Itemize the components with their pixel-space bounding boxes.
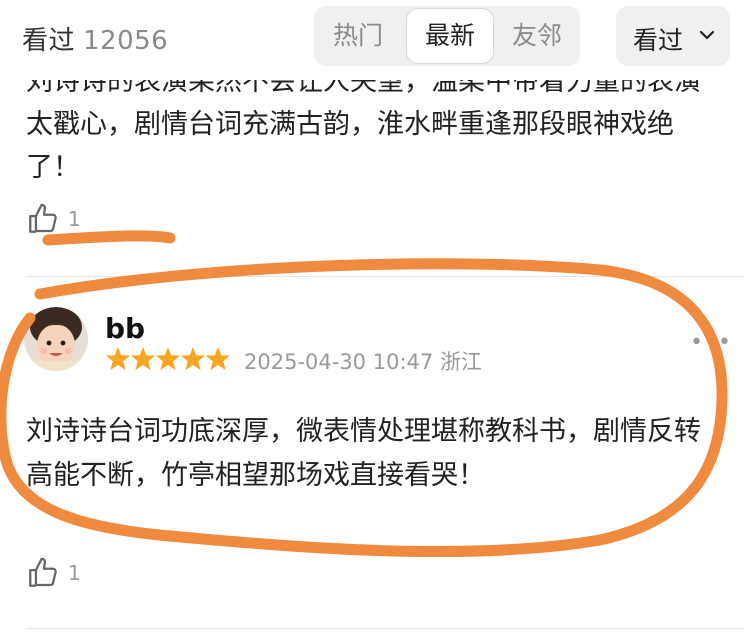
thumbs-up-icon (29, 557, 57, 587)
tab-latest[interactable]: 最新 (406, 8, 494, 64)
avatar-image (24, 307, 88, 371)
top-bar: 看过 12056 热门 最新 友邻 看过 (0, 0, 744, 80)
thumbs-up-icon (29, 203, 57, 233)
tab-friends[interactable]: 友邻 (494, 6, 580, 66)
review-like-button[interactable]: 1 (26, 556, 81, 590)
previous-like-button[interactable]: 1 (26, 202, 81, 236)
star-icon (131, 347, 155, 370)
tab-hot[interactable]: 热门 (314, 6, 402, 66)
review-username[interactable]: bb (105, 312, 145, 345)
avatar[interactable] (24, 307, 88, 371)
filter-dropdown[interactable]: 看过 (616, 6, 730, 66)
rating-stars (106, 347, 230, 370)
review-location: 浙江 (439, 350, 482, 374)
comment-divider (26, 628, 744, 629)
review-date: 2025-04-30 10:47 (244, 350, 434, 374)
filter-dropdown-label: 看过 (633, 26, 684, 55)
review-text: 刘诗诗台词功底深厚，微表情处理堪称教科书，剧情反转高能不断，竹亭相望那场戏直接看… (26, 416, 701, 491)
previous-like-count: 1 (68, 207, 81, 231)
chevron-down-icon (700, 30, 714, 40)
seen-title: 看过 (22, 26, 76, 56)
sort-tabs: 热门 最新 友邻 (314, 6, 580, 66)
star-icon (181, 347, 205, 370)
review-like-count: 1 (68, 561, 81, 585)
star-icon (156, 347, 180, 370)
star-icon (206, 347, 230, 370)
more-dots-icon[interactable]: ••• (690, 330, 732, 355)
seen-count: 12056 (83, 26, 169, 56)
review-meta: 2025-04-30 10:47 浙江 (244, 346, 482, 376)
seen-header: 看过 12056 (22, 20, 168, 57)
star-icon (106, 347, 130, 370)
comment-divider (26, 276, 744, 277)
